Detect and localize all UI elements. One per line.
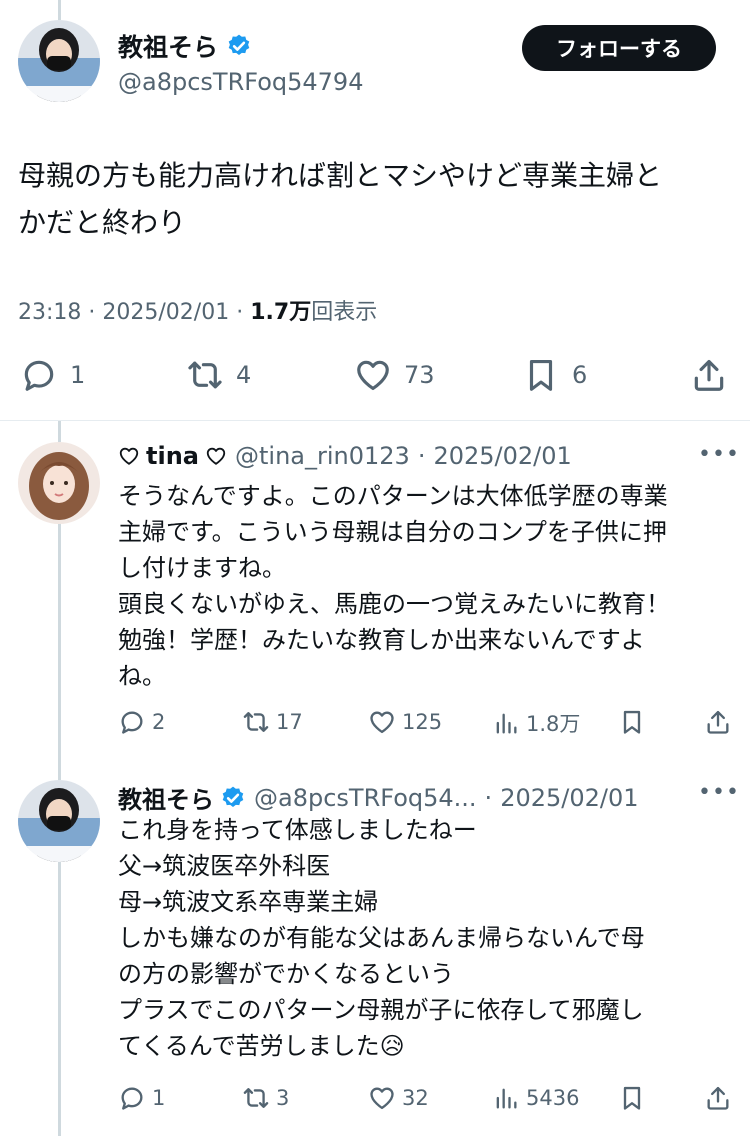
more-options-icon[interactable]: •••: [698, 442, 740, 467]
tweet-actions: 1 4 73 6: [0, 356, 750, 398]
share-button[interactable]: [704, 708, 732, 736]
follow-button[interactable]: フォローする: [522, 25, 716, 71]
avatar[interactable]: [18, 780, 100, 862]
share-icon: [707, 1086, 729, 1110]
author-handle[interactable]: @a8pcsTRFoq54794: [118, 68, 363, 96]
bookmark-button[interactable]: [618, 708, 646, 736]
retweet-icon: [243, 1088, 269, 1108]
reply-date[interactable]: 2025/02/01: [433, 442, 571, 470]
reply-text: これ身を持って体感しましたねー 父→筑波医卒外科医 母→筑波文系卒専業主婦 しか…: [118, 816, 645, 1060]
retweet-icon: [188, 361, 222, 389]
more-options-icon[interactable]: •••: [698, 780, 740, 805]
divider: [0, 420, 750, 421]
bookmark-button[interactable]: 6: [522, 356, 587, 394]
like-button[interactable]: 125: [368, 708, 442, 736]
reply-button[interactable]: 2: [118, 708, 165, 736]
tweet-meta: 23:18 · 2025/02/01 · 1.7万回表示: [18, 300, 378, 325]
author-name[interactable]: tina: [118, 442, 227, 470]
views-count: 1.7万: [250, 300, 312, 325]
bookmark-icon: [623, 710, 641, 734]
share-icon: [694, 359, 724, 391]
tweet-text: 母親の方も能力高ければ割とマシやけど専業主婦と かだと終わり: [18, 159, 663, 239]
share-icon: [707, 710, 729, 734]
reply-header: 教祖そら @a8pcsTRFoq54... · 2025/02/01: [118, 780, 639, 815]
reply-text: そうなんですよ。このパターンは大体低学歴の専業 主婦です。こういう母親は自分のコ…: [118, 482, 670, 690]
thread-line: [58, 420, 61, 442]
bookmark-icon: [623, 1086, 641, 1110]
tweet-time[interactable]: 23:18: [18, 300, 81, 325]
reply-header: tina @tina_rin0123 · 2025/02/01: [118, 442, 572, 470]
retweet-button[interactable]: 17: [242, 708, 303, 736]
author-handle[interactable]: @tina_rin0123: [235, 442, 410, 470]
reply-button[interactable]: 1: [118, 1084, 165, 1112]
thread-line: [58, 0, 61, 20]
retweet-icon: [243, 712, 269, 732]
views-button[interactable]: 1.8万: [492, 708, 580, 738]
author-handle[interactable]: @a8pcsTRFoq54...: [254, 784, 477, 812]
avatar[interactable]: [18, 442, 100, 524]
heart-icon: [370, 711, 394, 734]
like-button[interactable]: 73: [354, 356, 435, 394]
reply-icon: [121, 711, 143, 734]
like-button[interactable]: 32: [368, 1084, 429, 1112]
reply-icon: [121, 1087, 143, 1110]
tweet-date[interactable]: 2025/02/01: [102, 300, 229, 325]
analytics-icon: [496, 713, 517, 734]
reply-date[interactable]: 2025/02/01: [500, 784, 638, 812]
share-button[interactable]: [704, 1084, 732, 1112]
views-button[interactable]: 5436: [492, 1084, 579, 1112]
author-name[interactable]: 教祖そら: [118, 28, 252, 64]
heart-outline-icon: [119, 447, 139, 465]
bookmark-button[interactable]: [618, 1084, 646, 1112]
thread-line: [58, 522, 61, 780]
retweet-button[interactable]: 4: [186, 356, 251, 394]
verified-badge-icon: [228, 34, 250, 55]
retweet-button[interactable]: 3: [242, 1084, 289, 1112]
bookmark-icon: [529, 359, 553, 391]
heart-icon: [357, 360, 389, 391]
reply-icon: [24, 360, 54, 391]
analytics-icon: [496, 1088, 517, 1109]
share-button[interactable]: [690, 356, 728, 394]
heart-outline-icon: [206, 447, 226, 465]
views-label: 回表示: [311, 300, 378, 325]
thread-line: [58, 862, 61, 1136]
reply-button[interactable]: 1: [20, 356, 85, 394]
verified-badge-icon: [222, 786, 244, 807]
author-name[interactable]: 教祖そら: [118, 780, 246, 815]
avatar[interactable]: [18, 20, 100, 102]
heart-icon: [370, 1087, 394, 1110]
